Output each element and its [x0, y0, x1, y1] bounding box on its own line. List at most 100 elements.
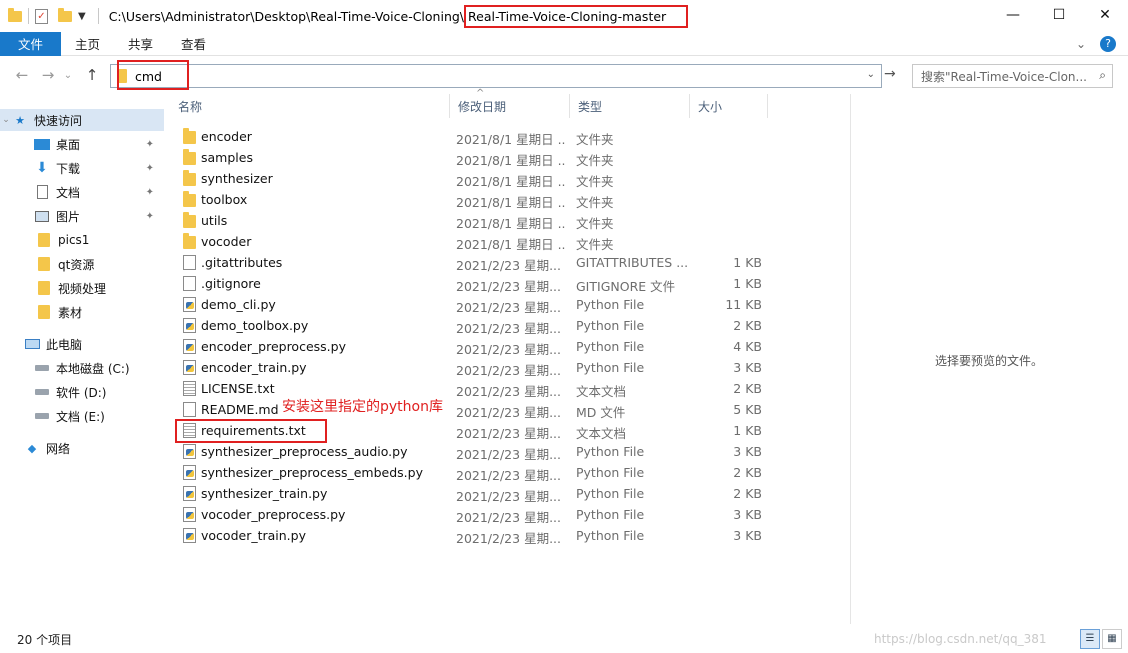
properties-icon[interactable]: ✓	[35, 8, 48, 24]
minimize-button[interactable]: —	[990, 0, 1036, 30]
file-row[interactable]: vocoder_train.py 2021/2/23 星期... Python Fi…	[170, 525, 770, 546]
ribbon-tabs: 文件 主页 共享 查看 ⌄ ?	[0, 31, 1128, 56]
sidebar-item-label: 文档	[56, 185, 81, 200]
column-date[interactable]: 修改日期	[450, 94, 570, 118]
file-type: 文件夹	[576, 237, 614, 252]
file-name: encoder	[201, 129, 252, 144]
sidebar-item-network[interactable]: ◆ 网络	[0, 437, 164, 459]
sidebar-item-desktop[interactable]: 桌面 ✦	[0, 133, 164, 155]
file-date: 2021/8/1 星期日 ...	[456, 153, 566, 168]
address-input[interactable]: cmd ⌄	[110, 60, 882, 90]
file-row[interactable]: README.md 2021/2/23 星期... MD 文件 5 KB	[170, 399, 770, 420]
details-view-icon[interactable]: ☰	[1080, 629, 1100, 649]
column-size[interactable]: 大小	[690, 94, 768, 118]
file-row[interactable]: synthesizer_preprocess_audio.py 2021/2/23…	[170, 441, 770, 462]
sidebar-item-drive-d[interactable]: 软件 (D:)	[0, 381, 164, 403]
file-type: 文件夹	[576, 216, 614, 231]
tab-share[interactable]: 共享	[114, 32, 167, 56]
sidebar-item-label: pics1	[58, 233, 90, 247]
new-folder-icon[interactable]	[58, 7, 72, 22]
search-placeholder: 搜索"Real-Time-Voice-Clon...	[921, 69, 1087, 84]
view-switcher: ☰ ▦	[1080, 629, 1122, 649]
file-row[interactable]: synthesizer_preprocess_embeds.py 2021/2/2…	[170, 462, 770, 483]
file-type: GITIGNORE 文件	[576, 279, 676, 294]
file-date: 2021/2/23 星期...	[456, 258, 561, 273]
pin-icon[interactable]: ✦	[146, 139, 154, 150]
chevron-down-icon[interactable]: ⌄	[867, 69, 875, 80]
file-size: 2 KB	[733, 318, 762, 333]
file-date: 2021/2/23 星期...	[456, 405, 561, 420]
file-row[interactable]: encoder_preprocess.py 2021/2/23 星期... Pyth…	[170, 336, 770, 357]
python-file-icon	[183, 297, 196, 312]
file-row[interactable]: .gitattributes 2021/2/23 星期... GITATTRIBUT…	[170, 252, 770, 273]
sidebar-item-quick-access[interactable]: ⌄ ★ 快速访问	[0, 109, 164, 131]
sidebar-item-label: 软件 (D:)	[56, 385, 107, 400]
file-date: 2021/2/23 星期...	[456, 300, 561, 315]
forward-button[interactable]: →	[38, 66, 58, 84]
customize-toolbar-icon[interactable]: ▼	[78, 11, 86, 22]
navigation-pane: ⌄ ★ 快速访问 桌面 ✦ ⬇ 下载 ✦ 文档 ✦ 图片 ✦ pics1 qt资…	[0, 94, 168, 624]
drive-icon	[34, 409, 50, 423]
help-icon[interactable]: ?	[1100, 36, 1116, 52]
file-row[interactable]: synthesizer_train.py 2021/2/23 星期... Pytho…	[170, 483, 770, 504]
sidebar-item-downloads[interactable]: ⬇ 下载 ✦	[0, 157, 164, 179]
pin-icon[interactable]: ✦	[146, 163, 154, 174]
recent-locations-button[interactable]: ⌄	[58, 70, 78, 81]
file-size: 1 KB	[733, 423, 762, 438]
search-input[interactable]: 搜索"Real-Time-Voice-Clon... ⌕	[912, 64, 1113, 88]
file-date: 2021/2/23 星期...	[456, 426, 561, 441]
file-row[interactable]: demo_toolbox.py 2021/2/23 星期... Python Fil…	[170, 315, 770, 336]
file-type: 文件夹	[576, 195, 614, 210]
sidebar-item-this-pc[interactable]: 此电脑	[0, 333, 164, 355]
back-button[interactable]: ←	[12, 66, 32, 84]
column-name[interactable]: 名称	[170, 94, 450, 118]
tab-file[interactable]: 文件	[0, 31, 62, 56]
file-row[interactable]: LICENSE.txt 2021/2/23 星期... 文本文档 2 KB	[170, 378, 770, 399]
file-name: synthesizer_preprocess_audio.py	[201, 444, 408, 459]
sidebar-item-pictures[interactable]: 图片 ✦	[0, 205, 164, 227]
sidebar-item-qt[interactable]: qt资源	[0, 253, 164, 275]
sidebar-item-label: 网络	[46, 441, 71, 456]
download-icon: ⬇	[36, 160, 48, 176]
sidebar-item-documents[interactable]: 文档 ✦	[0, 181, 164, 203]
file-row[interactable]: encoder_train.py 2021/2/23 星期... Python Fi…	[170, 357, 770, 378]
search-icon[interactable]: ⌕	[1099, 68, 1106, 83]
column-type[interactable]: 类型	[570, 94, 690, 118]
file-row[interactable]: demo_cli.py 2021/2/23 星期... Python File 11 …	[170, 294, 770, 315]
sidebar-item-drive-e[interactable]: 文档 (E:)	[0, 405, 164, 427]
sidebar-item-label: 图片	[56, 209, 81, 224]
file-size: 11 KB	[725, 297, 762, 312]
close-button[interactable]: ✕	[1082, 0, 1128, 30]
file-row[interactable]: utils 2021/8/1 星期日 ... 文件夹	[170, 210, 770, 231]
tab-home[interactable]: 主页	[61, 32, 114, 56]
scrollbar[interactable]	[1116, 94, 1128, 624]
folder-icon	[36, 281, 52, 295]
sidebar-item-label: 文档 (E:)	[56, 409, 105, 424]
tab-view[interactable]: 查看	[167, 32, 220, 56]
maximize-button[interactable]: ☐	[1036, 0, 1082, 30]
sidebar-item-drive-c[interactable]: 本地磁盘 (C:)	[0, 357, 164, 379]
annotation-text: 安装这里指定的python库	[282, 399, 443, 415]
sidebar-item-materials[interactable]: 素材	[0, 301, 164, 323]
file-date: 2021/8/1 星期日 ...	[456, 195, 566, 210]
pin-icon[interactable]: ✦	[146, 187, 154, 198]
file-row[interactable]: vocoder_preprocess.py 2021/2/23 星期... Pyth…	[170, 504, 770, 525]
go-button[interactable]: →	[884, 66, 896, 82]
file-row[interactable]: samples 2021/8/1 星期日 ... 文件夹	[170, 147, 770, 168]
file-row[interactable]: toolbox 2021/8/1 星期日 ... 文件夹	[170, 189, 770, 210]
expand-ribbon-icon[interactable]: ⌄	[1076, 37, 1086, 51]
file-row[interactable]: synthesizer 2021/8/1 星期日 ... 文件夹	[170, 168, 770, 189]
file-type: Python File	[576, 360, 645, 375]
pin-icon[interactable]: ✦	[146, 211, 154, 222]
chevron-down-icon[interactable]: ⌄	[0, 115, 12, 125]
file-row[interactable]: .gitignore 2021/2/23 星期... GITIGNORE 文件 1 K…	[170, 273, 770, 294]
file-row[interactable]: encoder 2021/8/1 星期日 ... 文件夹	[170, 126, 770, 147]
file-row[interactable]: vocoder 2021/8/1 星期日 ... 文件夹	[170, 231, 770, 252]
sidebar-item-video[interactable]: 视频处理	[0, 277, 164, 299]
large-icons-view-icon[interactable]: ▦	[1102, 629, 1122, 649]
up-button[interactable]: ↑	[82, 66, 102, 84]
file-size: 2 KB	[733, 486, 762, 501]
file-date: 2021/2/23 星期...	[456, 510, 561, 525]
sidebar-item-pics1[interactable]: pics1	[0, 229, 164, 251]
sidebar-item-label: 此电脑	[46, 337, 83, 352]
